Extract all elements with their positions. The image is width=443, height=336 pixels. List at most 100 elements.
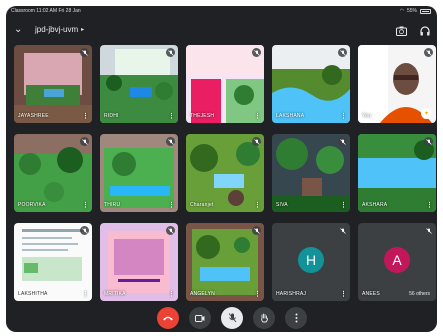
participant-tile[interactable]: Charanjet ⋮ — [186, 134, 264, 212]
participant-name: THEJESH — [190, 113, 215, 119]
others-count-chip[interactable]: 56 others — [405, 289, 434, 299]
raise-hand-icon — [260, 313, 268, 323]
mic-off-icon — [338, 137, 347, 146]
mic-off-icon — [424, 137, 433, 146]
participant-video — [100, 223, 178, 301]
mic-off-icon — [80, 137, 89, 146]
more-vert-icon[interactable]: ⋮ — [82, 201, 89, 209]
participant-video — [14, 45, 92, 123]
participant-tile[interactable]: AKSHARA ⋮ — [358, 134, 436, 212]
more-vert-icon[interactable]: ⋮ — [426, 201, 433, 209]
carrier-label: Classroom — [11, 8, 35, 14]
participant-tile[interactable]: LAKSHITHA ⋮ — [14, 223, 92, 301]
meeting-code-arrow: ▸ — [81, 27, 85, 33]
mic-off-icon — [166, 48, 175, 57]
participant-name: HARISHRAJ — [276, 291, 307, 297]
participant-tile[interactable]: ANGELYN ⋮ — [186, 223, 264, 301]
raise-hand-button[interactable] — [253, 307, 275, 329]
participant-name: You — [362, 113, 372, 119]
participant-video — [272, 45, 350, 123]
meet-screen: Classroom 11:02 AM Fri 28 Jan ◠ 55% ⌄ jp… — [6, 6, 437, 332]
avatar: A — [384, 247, 410, 273]
end-call-button[interactable] — [157, 307, 179, 329]
participant-name: LAKSHITHA — [18, 291, 48, 297]
time-date: 11:02 AM Fri 28 Jan — [36, 8, 81, 14]
participant-tile-you[interactable]: You ✦ — [358, 45, 436, 123]
video-icon — [195, 314, 205, 322]
participant-tile[interactable]: THEJESH ⋮ — [186, 45, 264, 123]
more-vert-icon[interactable]: ⋮ — [168, 290, 175, 298]
participant-name: JAYASHREE — [18, 113, 49, 119]
end-call-icon — [163, 316, 173, 321]
participant-name: POORVIKA — [18, 202, 46, 208]
more-vert-icon[interactable]: ⋮ — [82, 112, 89, 120]
more-vert-icon[interactable]: ⋮ — [340, 201, 347, 209]
meeting-code: jpd-jbvj-uvm — [35, 25, 79, 34]
camera-flip-icon[interactable] — [395, 24, 408, 37]
participant-video — [358, 134, 436, 212]
participant-tile[interactable]: MRITIKA ⋮ — [100, 223, 178, 301]
mic-toggle-button[interactable] — [221, 307, 243, 329]
battery-icon — [420, 8, 431, 14]
mic-off-icon — [252, 226, 261, 235]
participant-name: Charanjet — [190, 202, 214, 208]
participant-name: ANEES — [362, 291, 380, 297]
chevron-down-icon[interactable]: ⌄ — [14, 24, 22, 35]
more-options-button[interactable] — [285, 307, 307, 329]
more-vert-icon[interactable]: ⋮ — [82, 290, 89, 298]
participant-tile[interactable]: SIVA ⋮ — [272, 134, 350, 212]
participant-video — [100, 134, 178, 212]
participant-tile[interactable]: H HARISHRAJ ⋮ — [272, 223, 350, 301]
mic-off-icon — [166, 137, 175, 146]
participant-video — [186, 134, 264, 212]
effects-icon[interactable]: ✦ — [421, 108, 432, 119]
participant-tile[interactable]: A ANEES 56 others — [358, 223, 436, 301]
mic-off-icon — [338, 48, 347, 57]
mic-off-icon — [424, 226, 433, 235]
call-header: ⌄ jpd-jbvj-uvm ▸ — [6, 19, 437, 45]
call-controls — [6, 307, 437, 329]
participant-name: RIDHI — [104, 113, 119, 119]
mic-off-icon — [252, 48, 261, 57]
mic-off-icon — [80, 226, 89, 235]
participant-name: SIVA — [276, 202, 288, 208]
meeting-code-button[interactable]: jpd-jbvj-uvm ▸ — [35, 25, 84, 34]
battery-percent: 55% — [406, 8, 417, 14]
participant-tile[interactable]: JAYASHREE ⋮ — [14, 45, 92, 123]
participant-video — [186, 45, 264, 123]
participant-tile[interactable]: LAKSHANA ⋮ — [272, 45, 350, 123]
more-vert-icon[interactable]: ⋮ — [254, 112, 261, 120]
more-vert-icon[interactable]: ⋮ — [168, 112, 175, 120]
headset-icon[interactable] — [418, 24, 431, 37]
mic-off-icon — [424, 48, 433, 57]
more-vert-icon[interactable]: ⋮ — [168, 201, 175, 209]
more-vert-icon — [295, 313, 297, 323]
more-vert-icon[interactable]: ⋮ — [340, 290, 347, 298]
mic-off-icon — [338, 226, 347, 235]
participant-name: ANGELYN — [190, 291, 215, 297]
participant-name: MRITIKA — [104, 291, 126, 297]
participant-video — [100, 45, 178, 123]
participant-grid: JAYASHREE ⋮ RIDHI ⋮ THEJESH ⋮ LAKSHANA ⋮… — [14, 45, 436, 301]
participant-name: AKSHARA — [362, 202, 388, 208]
participant-tile[interactable]: RIDHI ⋮ — [100, 45, 178, 123]
participant-video — [186, 223, 264, 301]
avatar: H — [298, 247, 324, 273]
mic-off-icon — [228, 313, 236, 323]
more-vert-icon[interactable]: ⋮ — [340, 112, 347, 120]
mic-off-icon — [80, 48, 89, 57]
participant-tile[interactable]: THIRU ⋮ — [100, 134, 178, 212]
wifi-icon: ◠ — [399, 8, 404, 14]
status-bar: Classroom 11:02 AM Fri 28 Jan ◠ 55% — [6, 6, 437, 17]
mic-off-icon — [252, 137, 261, 146]
mic-off-icon — [166, 226, 175, 235]
participant-name: LAKSHANA — [276, 113, 305, 119]
participant-video — [14, 134, 92, 212]
participant-tile[interactable]: POORVIKA ⋮ — [14, 134, 92, 212]
participant-video — [14, 223, 92, 301]
camera-toggle-button[interactable] — [189, 307, 211, 329]
participant-video — [272, 134, 350, 212]
participant-name: THIRU — [104, 202, 121, 208]
more-vert-icon[interactable]: ⋮ — [254, 201, 261, 209]
more-vert-icon[interactable]: ⋮ — [254, 290, 261, 298]
